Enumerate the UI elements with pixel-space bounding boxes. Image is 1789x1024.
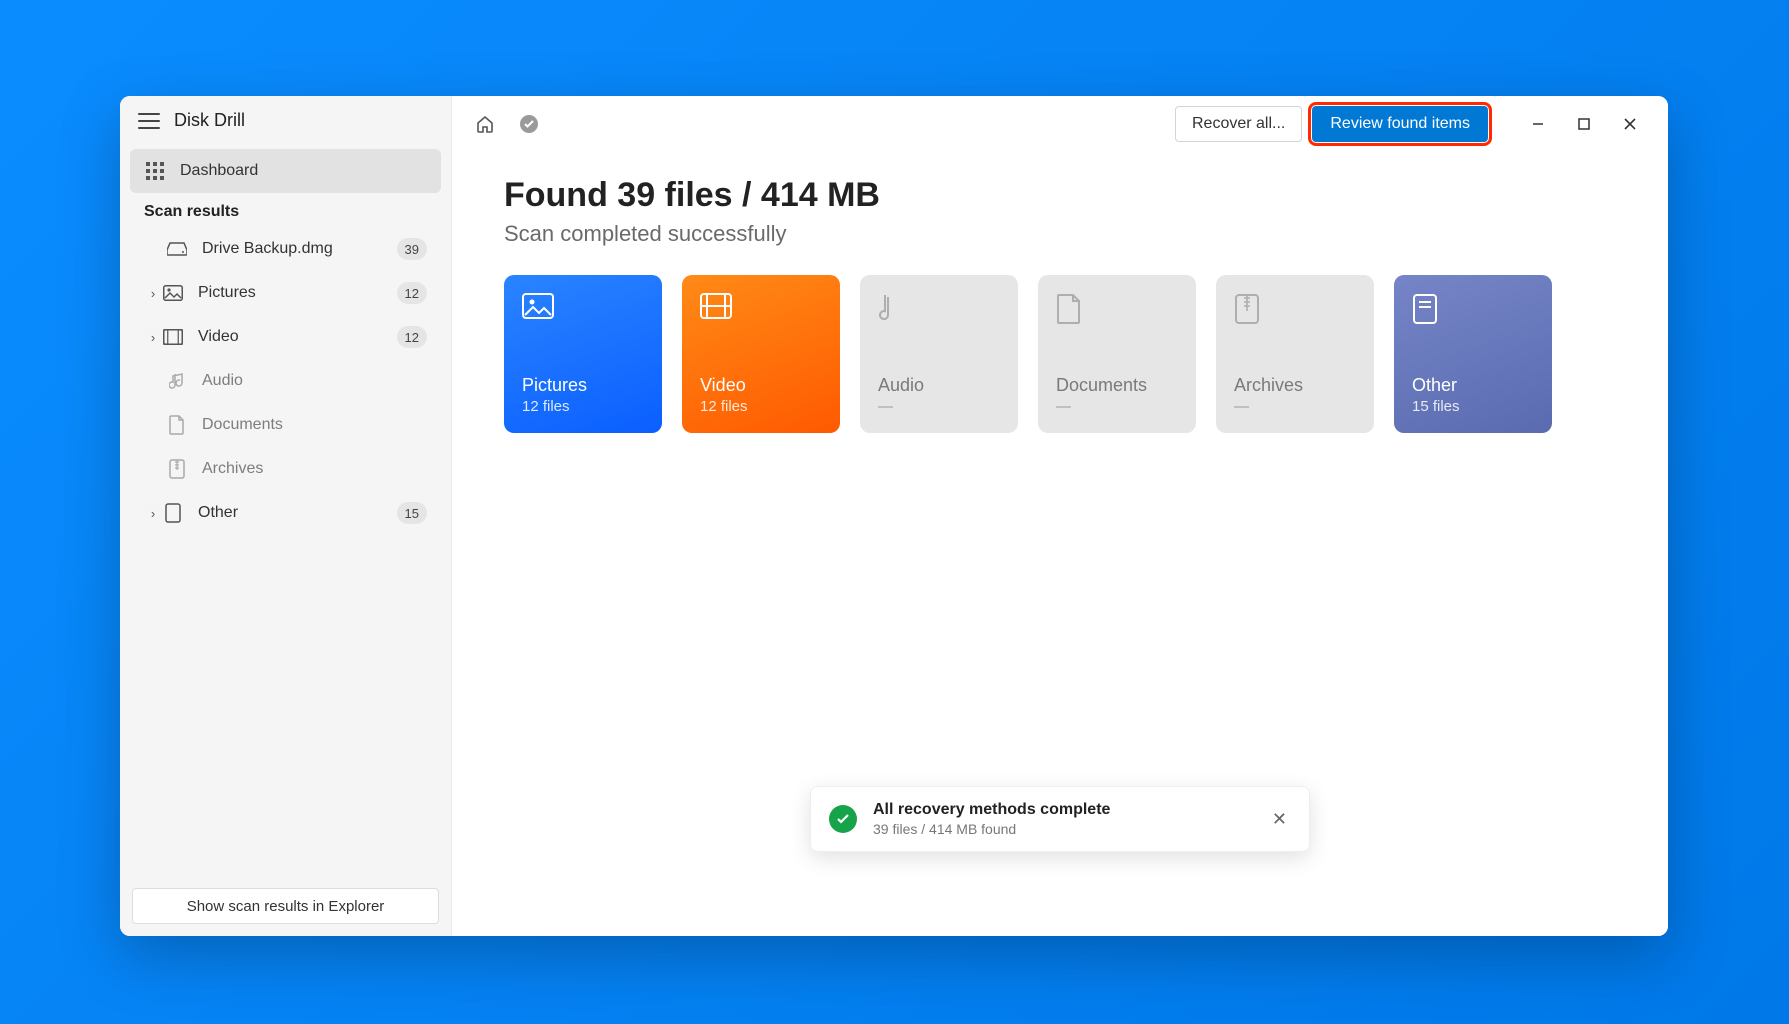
music-icon [878, 293, 910, 325]
sidebar-label: Pictures [198, 284, 256, 302]
card-title: Video [700, 375, 822, 396]
sidebar-item-other[interactable]: › Other 15 [130, 491, 441, 535]
chevron-right-icon: › [144, 286, 162, 301]
drive-icon [166, 238, 188, 260]
count-badge: 15 [397, 502, 427, 524]
check-badge-icon[interactable] [512, 107, 546, 141]
card-subtitle: — [1234, 398, 1356, 415]
card-audio[interactable]: Audio — [860, 275, 1018, 433]
sidebar-label: Archives [202, 460, 263, 478]
page-title: Found 39 files / 414 MB [504, 176, 1616, 215]
close-icon[interactable] [1608, 107, 1652, 141]
card-title: Other [1412, 375, 1534, 396]
check-circle-icon [829, 805, 857, 833]
window-controls [1516, 107, 1652, 141]
count-badge: 12 [397, 282, 427, 304]
toast-notification: All recovery methods complete 39 files /… [810, 786, 1310, 852]
sidebar-label: Drive Backup.dmg [202, 240, 333, 258]
toast-subtitle: 39 files / 414 MB found [873, 821, 1252, 837]
document-icon [1056, 293, 1088, 325]
archive-icon [1234, 293, 1266, 325]
app-window: Disk Drill Dashboard Scan results Drive … [120, 96, 1668, 936]
card-video[interactable]: Video 12 files [682, 275, 840, 433]
file-icon [1412, 293, 1444, 325]
sidebar-label: Dashboard [180, 162, 258, 180]
sidebar-label: Other [198, 504, 238, 522]
grid-icon [144, 160, 166, 182]
image-icon [522, 293, 554, 325]
sidebar-list: Dashboard Scan results Drive Backup.dmg … [120, 145, 451, 876]
sidebar-header: Disk Drill [120, 96, 451, 145]
card-documents[interactable]: Documents — [1038, 275, 1196, 433]
category-cards: Pictures 12 files Video 12 files Audio — [504, 275, 1616, 433]
toast-title: All recovery methods complete [873, 801, 1252, 819]
chevron-right-icon: › [144, 506, 162, 521]
sidebar-footer: Show scan results in Explorer [120, 876, 451, 936]
sidebar-item-drive[interactable]: Drive Backup.dmg 39 [130, 227, 441, 271]
card-title: Documents [1056, 375, 1178, 396]
toast-text: All recovery methods complete 39 files /… [873, 801, 1252, 837]
count-badge: 12 [397, 326, 427, 348]
card-title: Pictures [522, 375, 644, 396]
app-title: Disk Drill [174, 110, 245, 131]
video-icon [162, 326, 184, 348]
sidebar-item-archives[interactable]: Archives [130, 447, 441, 491]
sidebar-section-title: Scan results [130, 193, 441, 227]
archive-icon [166, 458, 188, 480]
recover-all-button[interactable]: Recover all... [1175, 106, 1302, 142]
card-title: Audio [878, 375, 1000, 396]
card-subtitle: 15 files [1412, 398, 1534, 415]
content: Found 39 files / 414 MB Scan completed s… [452, 152, 1668, 457]
minimize-icon[interactable] [1516, 107, 1560, 141]
chevron-right-icon: › [144, 330, 162, 345]
review-found-items-button[interactable]: Review found items [1312, 106, 1488, 142]
sidebar-label: Audio [202, 372, 243, 390]
card-subtitle: 12 files [700, 398, 822, 415]
sidebar-item-dashboard[interactable]: Dashboard [130, 149, 441, 193]
file-icon [162, 502, 184, 524]
card-title: Archives [1234, 375, 1356, 396]
document-icon [166, 414, 188, 436]
menu-icon[interactable] [138, 113, 160, 129]
sidebar-label: Video [198, 328, 239, 346]
maximize-icon[interactable] [1562, 107, 1606, 141]
sidebar-item-documents[interactable]: Documents [130, 403, 441, 447]
sidebar-item-pictures[interactable]: › Pictures 12 [130, 271, 441, 315]
music-icon [166, 370, 188, 392]
sidebar: Disk Drill Dashboard Scan results Drive … [120, 96, 452, 936]
close-icon[interactable]: ✕ [1268, 805, 1291, 834]
page-subtitle: Scan completed successfully [504, 221, 1616, 247]
sidebar-item-audio[interactable]: Audio [130, 359, 441, 403]
sidebar-label: Documents [202, 416, 283, 434]
image-icon [162, 282, 184, 304]
sidebar-item-video[interactable]: › Video 12 [130, 315, 441, 359]
home-icon[interactable] [468, 107, 502, 141]
card-pictures[interactable]: Pictures 12 files [504, 275, 662, 433]
card-subtitle: — [1056, 398, 1178, 415]
main-panel: Recover all... Review found items Found … [452, 96, 1668, 936]
card-subtitle: 12 files [522, 398, 644, 415]
show-in-explorer-button[interactable]: Show scan results in Explorer [132, 888, 439, 924]
card-subtitle: — [878, 398, 1000, 415]
card-archives[interactable]: Archives — [1216, 275, 1374, 433]
film-icon [700, 293, 732, 325]
card-other[interactable]: Other 15 files [1394, 275, 1552, 433]
toolbar: Recover all... Review found items [452, 96, 1668, 152]
count-badge: 39 [397, 238, 427, 260]
